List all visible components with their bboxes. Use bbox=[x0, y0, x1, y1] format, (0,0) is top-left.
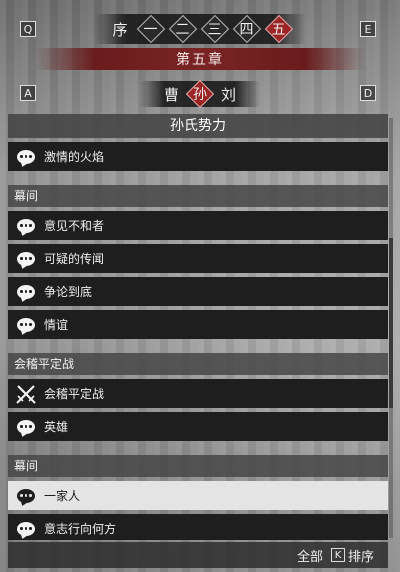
sort-key: K bbox=[330, 548, 345, 562]
chapter-label: 四 bbox=[239, 22, 254, 38]
faction-tabs: 曹孙刘 bbox=[139, 81, 261, 107]
episode-item[interactable]: 会稽平定战 bbox=[8, 379, 388, 408]
chapter-title: 第五章 bbox=[35, 48, 365, 70]
episode-label: 激情的火焰 bbox=[44, 150, 105, 164]
episode-label: 一家人 bbox=[44, 489, 81, 503]
faction-tab-0[interactable]: 曹 bbox=[160, 84, 183, 105]
episode-label: 意见不和者 bbox=[44, 219, 105, 233]
next-faction-key[interactable]: D bbox=[360, 85, 376, 101]
faction-tab-1[interactable]: 孙 bbox=[187, 81, 213, 107]
prev-chapter-key[interactable]: Q bbox=[20, 21, 36, 37]
episode-label: 会稽平定战 bbox=[44, 387, 105, 401]
episode-label: 意志行向何方 bbox=[44, 522, 117, 536]
chapter-label: 二 bbox=[175, 22, 190, 38]
episode-item[interactable]: 争论到底 bbox=[8, 277, 388, 306]
speech-bubble-icon bbox=[8, 419, 44, 434]
faction-selector: A 曹孙刘 D bbox=[0, 80, 400, 108]
speech-bubble-icon bbox=[8, 284, 44, 299]
faction-title: 孙氏势力 bbox=[8, 114, 388, 138]
list-scrollbar[interactable] bbox=[389, 118, 393, 538]
episode-item[interactable]: 英雄 bbox=[8, 412, 388, 441]
episode-list: 孙氏势力 激情的火焰 幕间 意见不和者 可疑的传闻 争论到底 情谊 会稽平定战 会稽平定战 英雄… bbox=[8, 114, 388, 540]
episode-label: 争论到底 bbox=[44, 285, 93, 299]
episode-label: 情谊 bbox=[44, 318, 69, 332]
episode-label: 英雄 bbox=[44, 420, 69, 434]
chapter-label: 序 bbox=[112, 20, 128, 39]
footer-bar: 全部 K 排序 bbox=[8, 542, 388, 568]
speech-bubble-icon bbox=[8, 488, 44, 503]
chapter-tab-5[interactable]: 五 bbox=[266, 16, 292, 42]
episode-item[interactable]: 一家人 bbox=[8, 481, 388, 510]
section-header: 幕间 bbox=[8, 455, 388, 477]
faction-label: 孙 bbox=[193, 87, 207, 103]
speech-bubble-icon bbox=[8, 149, 44, 164]
speech-bubble-icon bbox=[8, 521, 44, 536]
sort-button[interactable]: K 排序 bbox=[330, 546, 374, 565]
chapter-tabs: 序一 二 三 四 五 bbox=[94, 14, 306, 44]
chapter-tab-0[interactable]: 序 bbox=[108, 19, 131, 40]
episode-item[interactable]: 意见不和者 bbox=[8, 211, 388, 240]
chapter-label: 一 bbox=[143, 22, 158, 38]
episode-item[interactable]: 激情的火焰 bbox=[8, 142, 388, 171]
chapter-tab-4[interactable]: 四 bbox=[234, 16, 260, 42]
episode-label: 可疑的传闻 bbox=[44, 252, 105, 266]
speech-bubble-icon bbox=[8, 317, 44, 332]
scrollbar-thumb[interactable] bbox=[389, 238, 393, 408]
episode-item[interactable]: 情谊 bbox=[8, 310, 388, 339]
episode-item[interactable]: 可疑的传闻 bbox=[8, 244, 388, 273]
next-chapter-key[interactable]: E bbox=[360, 21, 376, 37]
chapter-title-banner: 第五章 bbox=[0, 48, 400, 70]
section-header: 会稽平定战 bbox=[8, 353, 388, 375]
chapter-tab-3[interactable]: 三 bbox=[202, 16, 228, 42]
episode-item[interactable]: 意志行向何方 bbox=[8, 514, 388, 540]
section-header: 幕间 bbox=[8, 185, 388, 207]
chapter-label: 三 bbox=[207, 22, 222, 38]
sort-label: 排序 bbox=[347, 549, 374, 565]
chapter-tab-2[interactable]: 二 bbox=[170, 16, 196, 42]
chapter-selector: Q 序一 二 三 四 五 E bbox=[0, 12, 400, 46]
chapter-label: 五 bbox=[271, 22, 286, 38]
speech-bubble-icon bbox=[8, 218, 44, 233]
speech-bubble-icon bbox=[8, 251, 44, 266]
prev-faction-key[interactable]: A bbox=[20, 85, 36, 101]
faction-label: 曹 bbox=[163, 85, 179, 104]
faction-tab-2[interactable]: 刘 bbox=[217, 84, 240, 105]
crossed-swords-icon bbox=[8, 384, 44, 404]
chapter-tab-1[interactable]: 一 bbox=[138, 16, 164, 42]
faction-label: 刘 bbox=[221, 85, 237, 104]
filter-all-button[interactable]: 全部 bbox=[297, 546, 323, 565]
